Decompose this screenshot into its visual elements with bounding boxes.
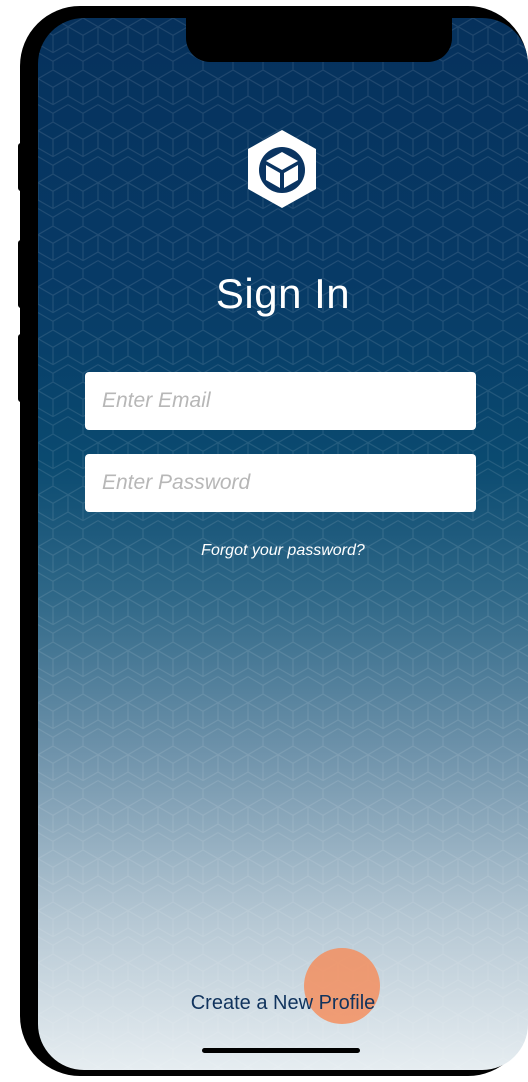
email-field[interactable]: [85, 372, 476, 430]
forgot-password-link[interactable]: Forgot your password?: [38, 542, 528, 560]
password-field[interactable]: [85, 454, 476, 512]
hexagon-cube-logo-icon: [248, 130, 316, 208]
create-profile-link[interactable]: Create a New Profile: [38, 992, 528, 1015]
sign-in-screen: Sign In Forgot your password? Create a N…: [38, 18, 528, 1070]
page-title: Sign In: [215, 270, 351, 317]
device-notch: [186, 18, 452, 62]
home-indicator: [202, 1048, 360, 1053]
